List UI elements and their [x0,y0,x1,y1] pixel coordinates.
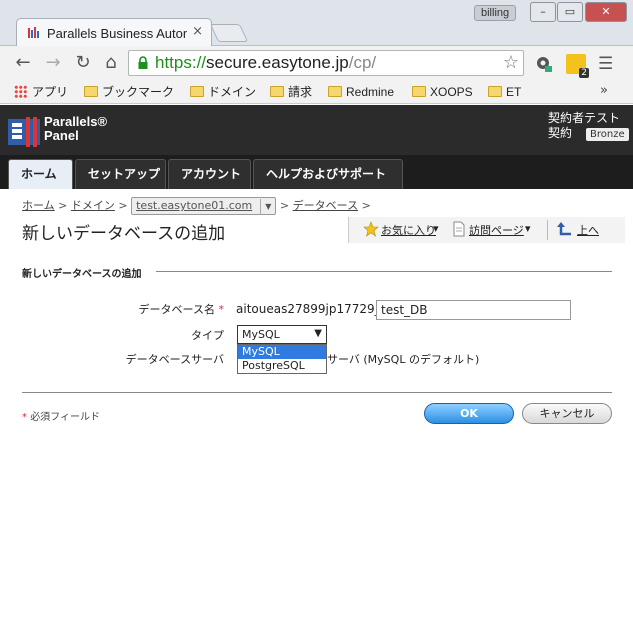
favorites-link[interactable]: お気に入り [381,222,436,238]
chevron-down-icon[interactable]: ▾ [433,222,439,235]
extension-notes-icon[interactable]: 2 [566,54,589,78]
bookmark-folder[interactable]: ブックマーク [84,83,174,101]
main-content: ホーム > ドメイン > test.easytone01.com ▼ > データベ… [8,189,625,635]
apps-grid-icon [14,85,27,98]
option-mysql[interactable]: MySQL [238,345,326,359]
bookmark-folder[interactable]: ドメイン [190,83,256,101]
tab-title: Parallels Business Autom [47,26,187,41]
home-icon[interactable]: ⌂ [100,52,122,74]
folder-icon [84,86,98,97]
chevron-down-icon[interactable]: ▾ [525,222,531,235]
folder-icon [190,86,204,97]
extension-gear-icon[interactable] [534,54,554,74]
bookmark-folder[interactable]: ET [488,83,521,101]
bookmarks-overflow-button[interactable]: » [600,83,608,98]
bookmarks-bar: アプリ ブックマーク ドメイン 請求 Redmine XOOPS ET » [0,80,633,104]
ok-button[interactable]: OK [424,403,514,424]
extension-badge: 2 [579,68,589,78]
forward-arrow-icon[interactable]: → [42,52,64,74]
bookmark-apps[interactable]: アプリ [14,83,68,101]
bookmark-folder[interactable]: XOOPS [412,83,473,101]
lock-icon [138,56,148,69]
new-tab-button[interactable] [209,24,249,42]
up-link[interactable]: 上へ [577,222,599,238]
tab-account[interactable]: アカウント [168,159,251,189]
db-name-input[interactable] [376,300,571,320]
tab-home[interactable]: ホーム [8,159,73,189]
db-type-select[interactable]: MySQL ▼ [237,325,327,344]
breadcrumb-database[interactable]: データベース [293,199,358,212]
db-name-prefix: aitoueas27899jp17729_ [236,302,381,316]
breadcrumb-domain[interactable]: ドメイン [71,199,115,212]
db-name-label: データベース名 * [138,303,224,316]
profile-button[interactable]: billing [474,5,517,21]
up-arrow-icon [557,222,571,236]
browser-menu-icon[interactable]: ☰ [598,54,613,74]
visited-pages-link[interactable]: 訪問ページ [469,222,524,238]
page-icon [453,221,465,237]
option-postgresql[interactable]: PostgreSQL [238,359,326,373]
panel-header: Parallels® Panel 契約者テスト 契約 Bronze [0,105,633,155]
form-divider [22,392,612,393]
back-arrow-icon[interactable]: ← [12,52,34,74]
browser-titlebar: Parallels Business Autom × billing – ▭ ✕ [0,0,633,46]
chevron-down-icon: ▼ [260,199,271,215]
cancel-button[interactable]: キャンセル [522,403,612,424]
browser-tab[interactable]: Parallels Business Autom × [16,18,212,46]
section-title: 新しいデータベースの追加 [22,269,142,280]
plan-badge: Bronze [586,128,629,141]
page-actions: お気に入り ▾ 訪問ページ ▾ 上へ [348,217,625,243]
browser-toolbar: ← → ↻ ⌂ https://secure.easytone.jp/cp/ ☆… [0,46,633,80]
type-label: タイプ [191,329,224,342]
section-divider [156,271,612,272]
page-title: 新しいデータベースの追加 [22,224,226,244]
minimize-button[interactable]: – [530,2,556,22]
maximize-button[interactable]: ▭ [557,2,583,22]
required-note: * 必須フィールド [22,412,100,423]
parallels-favicon-icon [28,27,39,38]
folder-icon [412,86,426,97]
breadcrumb: ホーム > ドメイン > test.easytone01.com ▼ > データベ… [22,197,371,219]
breadcrumb-domain-select[interactable]: test.easytone01.com ▼ [131,197,277,215]
breadcrumb-home[interactable]: ホーム [22,199,55,212]
url-text: https://secure.easytone.jp/cp/ [155,53,377,72]
bookmark-star-icon[interactable]: ☆ [503,52,519,73]
db-server-label: データベースサーバ [125,353,224,366]
panel-brand: Parallels® Panel [44,114,108,143]
star-icon [363,221,379,237]
close-window-button[interactable]: ✕ [585,2,627,22]
dropdown-caret-icon: ▼ [314,328,322,339]
bookmark-folder[interactable]: Redmine [328,83,394,101]
db-type-dropdown: MySQL PostgreSQL [237,344,327,374]
bookmark-folder[interactable]: 請求 [270,83,312,101]
panel-nav: ホーム セットアップ アカウント ヘルプおよびサポート [0,155,633,189]
reload-icon[interactable]: ↻ [72,52,94,74]
tab-help-support[interactable]: ヘルプおよびサポート [253,159,403,189]
folder-icon [270,86,284,97]
parallels-logo-icon [8,117,40,147]
db-server-value: サーバ (MySQL のデフォルト) [327,353,480,366]
folder-icon [328,86,342,97]
folder-icon [488,86,502,97]
divider [547,220,548,240]
tab-close-icon[interactable]: × [192,24,203,39]
address-bar[interactable]: https://secure.easytone.jp/cp/ ☆ [128,50,524,76]
tab-setup[interactable]: セットアップ [75,159,166,189]
